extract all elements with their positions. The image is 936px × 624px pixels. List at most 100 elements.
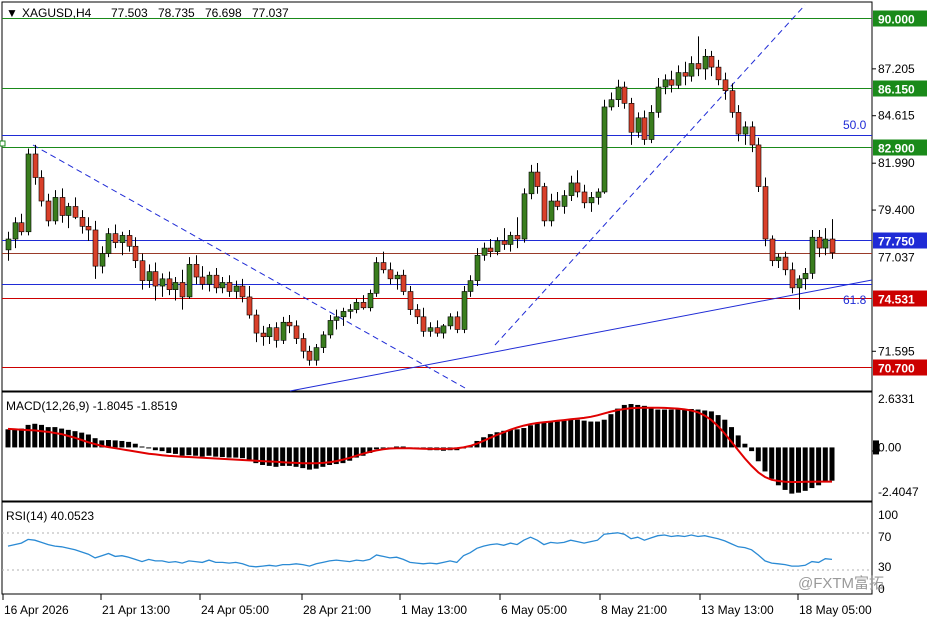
macd-bar <box>608 414 614 448</box>
header-symbol: XAGUSD,H4 <box>22 6 92 20</box>
level-label-text: 90.000 <box>878 13 915 27</box>
candle-bear <box>360 302 367 309</box>
time-tick-label: 8 May 21:00 <box>601 603 667 617</box>
macd-bar <box>166 447 172 453</box>
candle-bear <box>816 236 823 249</box>
price-tick-label: 71.595 <box>878 344 915 358</box>
macd-bar <box>561 420 567 448</box>
macd-bar <box>521 428 527 448</box>
candle-bull <box>65 206 72 216</box>
macd-bar <box>159 447 165 452</box>
level-label-text: 77.750 <box>878 235 915 249</box>
candle-bear <box>199 276 206 285</box>
anchor-point-left <box>0 140 6 147</box>
fibo-line-high-to-low <box>32 144 466 389</box>
macd-bar <box>735 435 741 448</box>
candle-bear <box>782 256 789 271</box>
candle-bear <box>213 274 220 289</box>
candle-bull <box>595 191 602 198</box>
macd-bar <box>260 447 266 465</box>
candle-bear <box>387 269 394 280</box>
macd-bar <box>675 409 681 448</box>
price-tick-label: 84.615 <box>878 109 915 123</box>
current-price-label: 77.037 <box>878 251 915 265</box>
candle-bear <box>112 233 119 243</box>
candle-bear <box>59 197 66 216</box>
candle-bull <box>52 197 59 222</box>
macd-bar <box>742 443 748 448</box>
macd-bar <box>595 421 601 448</box>
candle-bull <box>615 86 622 101</box>
candle-bull <box>353 302 360 310</box>
candle-bear <box>574 182 581 193</box>
candle-bull <box>822 238 829 249</box>
candle-bear <box>18 222 25 233</box>
candle-bear <box>85 226 92 231</box>
candle-bull <box>675 72 682 86</box>
candle-bear <box>534 171 541 187</box>
candle-bear <box>695 63 702 70</box>
macd-bar <box>226 447 232 458</box>
header-high: 78.735 <box>158 6 195 20</box>
macd-title: MACD(12,26,9) -1.8045 -1.8519 <box>6 399 178 413</box>
candle-bull <box>367 292 374 309</box>
candle-bear <box>32 153 39 178</box>
macd-bar <box>219 447 225 458</box>
macd-bar <box>641 405 647 448</box>
candle-bear <box>554 200 561 207</box>
macd-tick-label: 0.00 <box>878 440 902 454</box>
candle-bull <box>548 200 555 222</box>
macd-signal-line <box>7 406 832 483</box>
price-tick-label: 87.205 <box>878 62 915 76</box>
time-axis: 16 Apr 2026 21 Apr 13:00 24 Apr 05:00 28 Ap… <box>2 594 872 617</box>
macd-bar <box>782 447 788 490</box>
horizontal-levels <box>2 18 872 368</box>
macd-bar <box>239 447 245 459</box>
candle-bull <box>474 255 481 281</box>
macd-bar <box>615 408 621 448</box>
macd-bar <box>628 404 634 448</box>
candle-bear <box>293 325 300 339</box>
macd-bar <box>152 447 158 451</box>
candle-bull <box>467 280 474 292</box>
macd-bar <box>715 415 721 448</box>
level-label-text: 86.150 <box>878 83 915 97</box>
candle-bear <box>735 112 742 135</box>
candle-bull <box>481 247 488 256</box>
macd-bar <box>548 421 554 448</box>
macd-bar <box>246 447 252 461</box>
candle-bear <box>306 350 313 361</box>
price-axis-ticks: 87.205 84.615 81.990 79.400 71.595 77.037 <box>872 62 915 358</box>
header-arrow[interactable]: ▼ <box>6 6 18 20</box>
candle-bear <box>729 90 736 113</box>
candle-bear <box>755 144 762 187</box>
candle-bull <box>809 236 816 274</box>
candle-bull <box>373 262 380 294</box>
candle-bull <box>796 278 803 289</box>
candle-bull <box>688 63 695 77</box>
macd-bar <box>789 447 795 494</box>
candle-bull <box>427 327 434 332</box>
rsi-tick-label: 100 <box>878 508 898 522</box>
macd-axis-ticks: 2.6331 0.00 -2.4047 <box>873 392 919 499</box>
macd-bar <box>581 420 587 448</box>
candle-bear <box>581 191 588 204</box>
candle-bull <box>635 117 642 133</box>
time-tick-label: 18 May 05:00 <box>799 603 872 617</box>
candle-bull <box>742 126 749 135</box>
time-tick-label: 21 Apr 13:00 <box>102 603 170 617</box>
candle-bear <box>541 186 548 222</box>
candle-bull <box>528 171 535 195</box>
macd-bar <box>588 421 594 448</box>
candle-bear <box>152 271 159 287</box>
candle-bull <box>662 79 669 88</box>
fibo-label-61-8: 61.8 <box>843 293 867 307</box>
candle-bear <box>72 206 79 218</box>
macd-bar <box>213 447 219 457</box>
candle-bear <box>260 332 267 338</box>
macd-bar <box>507 429 513 448</box>
candle-bull <box>99 253 106 267</box>
candle-bull <box>146 271 153 281</box>
macd-bar <box>12 428 18 448</box>
candle-bear <box>762 186 769 240</box>
